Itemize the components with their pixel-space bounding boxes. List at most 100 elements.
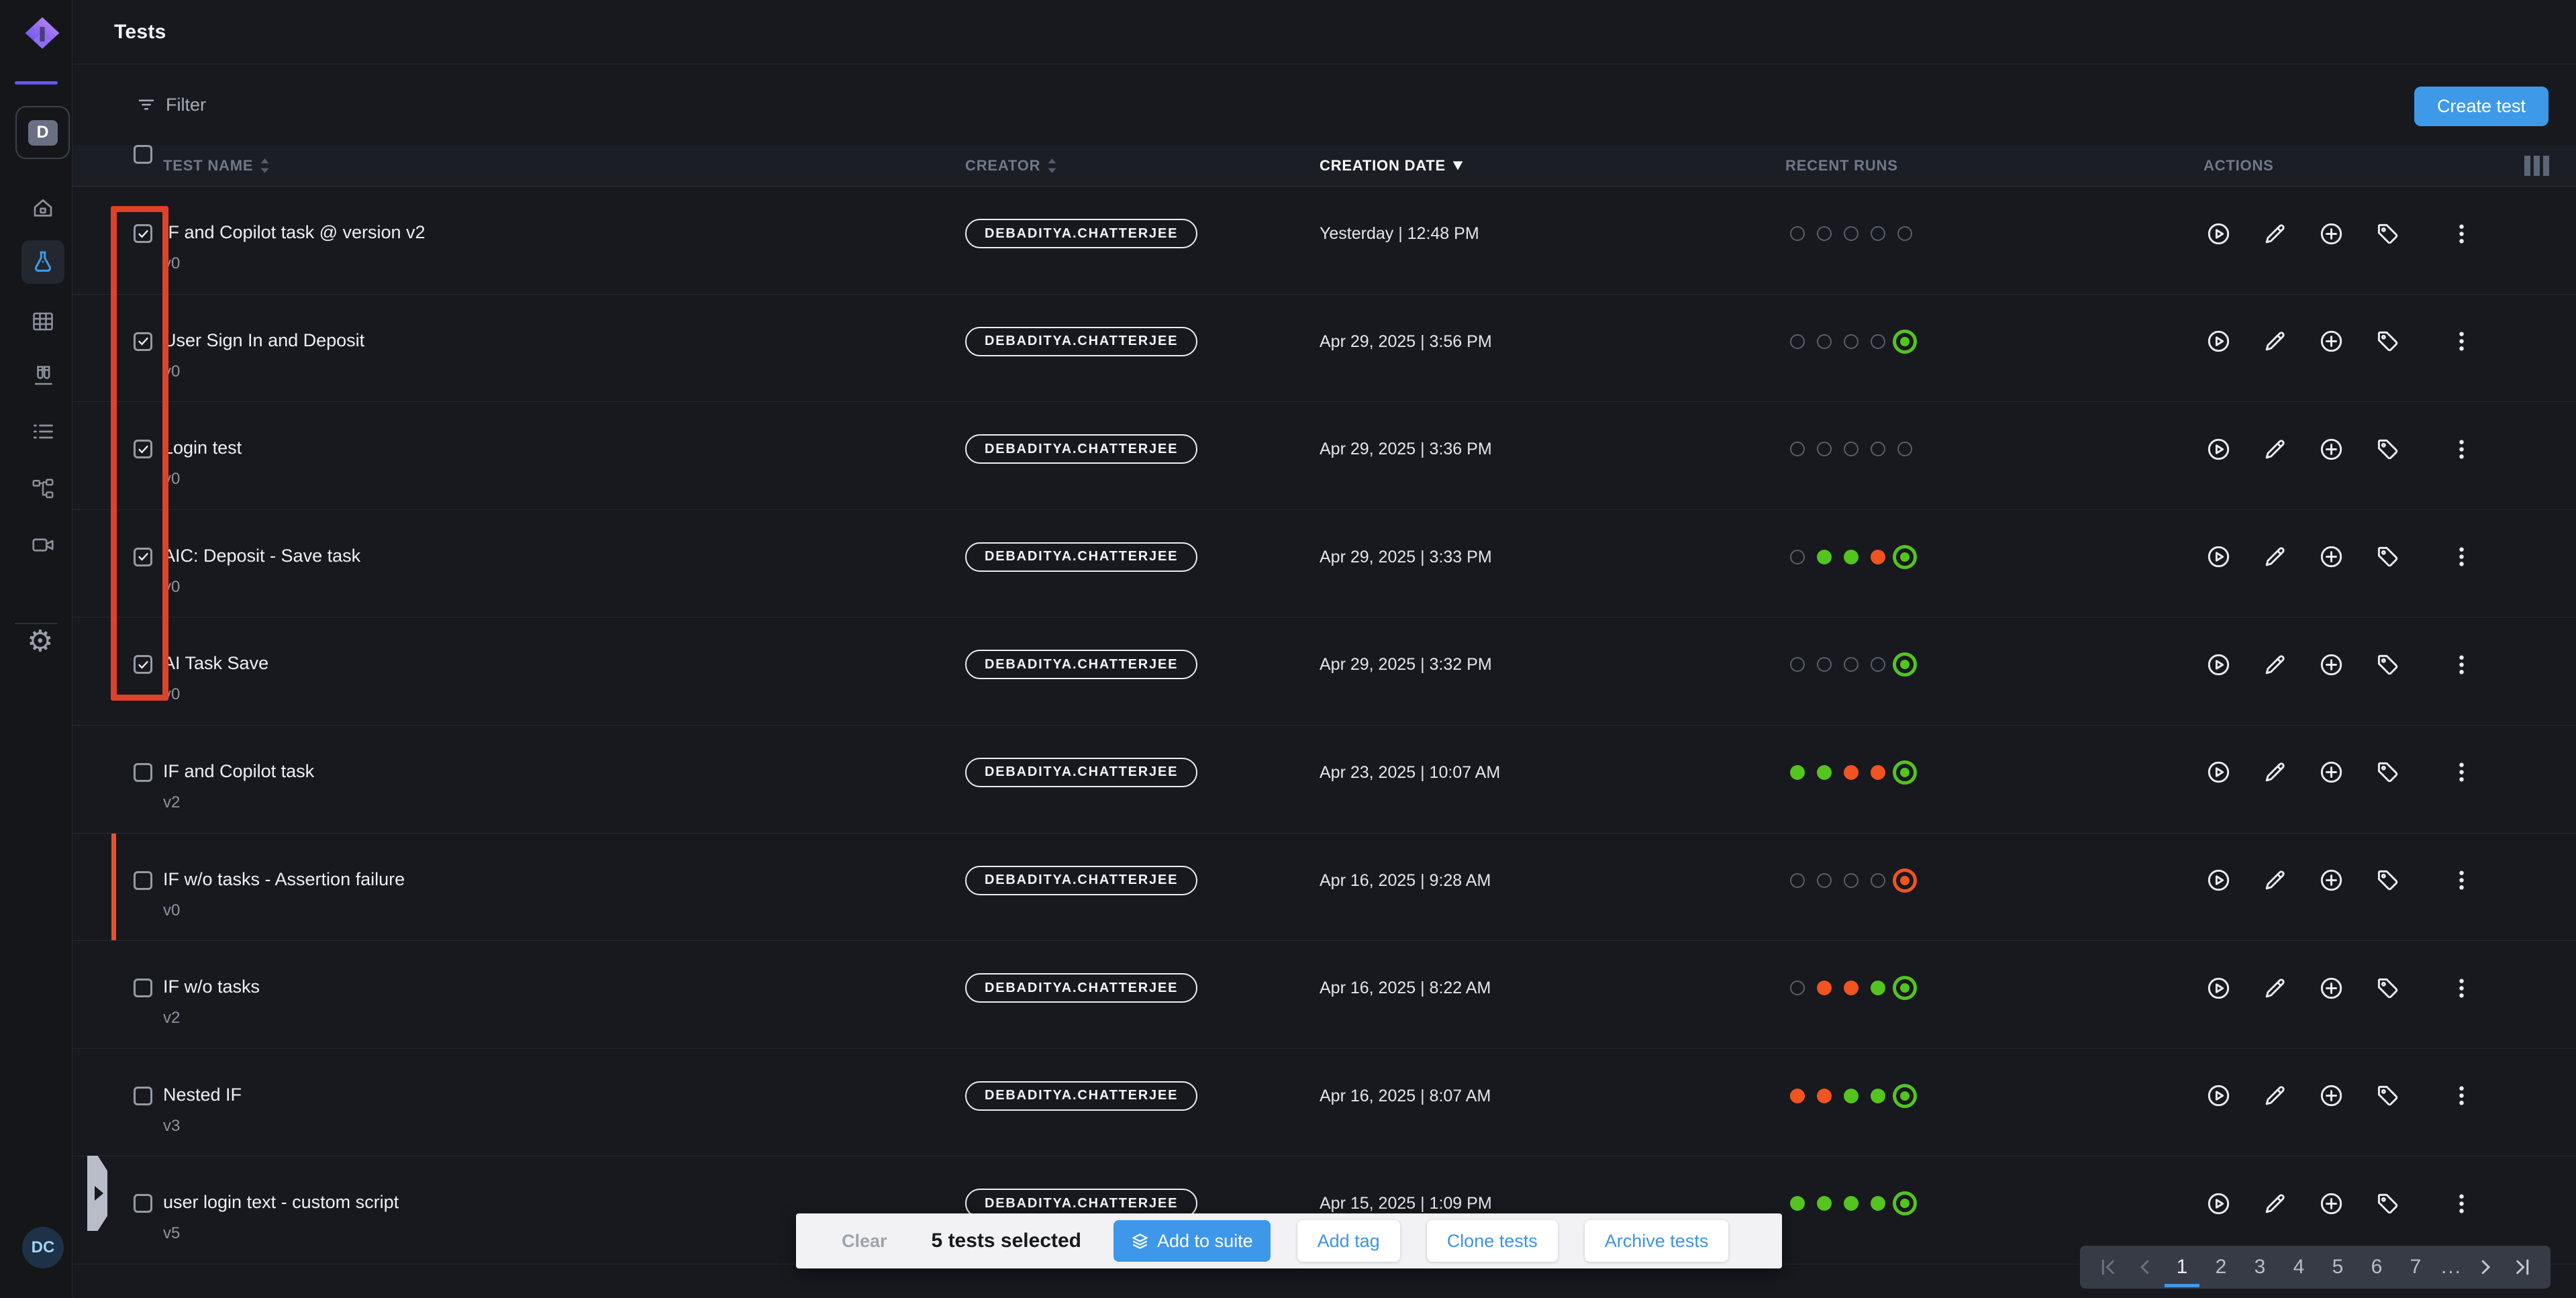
row-checkbox[interactable] bbox=[134, 332, 152, 351]
more-options-button[interactable] bbox=[2446, 866, 2476, 895]
first-page-button[interactable] bbox=[2096, 1254, 2122, 1281]
add-to-suite-row-button[interactable] bbox=[2316, 973, 2346, 1003]
more-options-button[interactable] bbox=[2446, 1081, 2476, 1111]
tag-test-button[interactable] bbox=[2373, 758, 2402, 787]
table-row[interactable]: AIC: Deposit - Save task v0 DEBADITYA.CH… bbox=[72, 510, 2576, 618]
column-creation-date[interactable]: CREATION DATE bbox=[1320, 157, 1785, 174]
next-page-button[interactable] bbox=[2473, 1254, 2498, 1281]
select-all-checkbox[interactable] bbox=[134, 145, 152, 164]
tag-test-button[interactable] bbox=[2373, 866, 2402, 895]
tag-test-button[interactable] bbox=[2373, 542, 2402, 572]
test-tubes-icon[interactable] bbox=[31, 364, 55, 388]
row-checkbox[interactable] bbox=[134, 1087, 152, 1105]
prev-page-button[interactable] bbox=[2132, 1254, 2158, 1281]
tag-test-button[interactable] bbox=[2373, 434, 2402, 464]
tag-test-button[interactable] bbox=[2373, 650, 2402, 679]
recordings-camera-icon[interactable] bbox=[31, 533, 55, 557]
page-number-2[interactable]: 2 bbox=[2208, 1246, 2234, 1289]
row-checkbox[interactable] bbox=[134, 1194, 152, 1213]
more-options-button[interactable] bbox=[2446, 973, 2476, 1003]
run-test-button[interactable] bbox=[2203, 1189, 2233, 1218]
more-options-button[interactable] bbox=[2446, 650, 2476, 679]
row-checkbox[interactable] bbox=[134, 655, 152, 674]
column-creator[interactable]: CREATOR bbox=[965, 157, 1320, 174]
tag-test-button[interactable] bbox=[2373, 1081, 2402, 1111]
more-options-button[interactable] bbox=[2446, 434, 2476, 464]
more-options-button[interactable] bbox=[2446, 1189, 2476, 1218]
user-avatar[interactable]: DC bbox=[22, 1227, 64, 1268]
more-options-button[interactable] bbox=[2446, 219, 2476, 248]
settings-gear-icon[interactable]: ⚙ bbox=[27, 627, 53, 656]
table-row[interactable]: IF and Copilot task @ version v2 v0 DEBA… bbox=[72, 187, 2576, 295]
table-row[interactable]: IF w/o tasks v2 DEBADITYA.CHATTERJEE Apr… bbox=[72, 941, 2576, 1049]
tag-test-button[interactable] bbox=[2373, 327, 2402, 356]
add-to-suite-row-button[interactable] bbox=[2316, 650, 2346, 679]
more-options-button[interactable] bbox=[2446, 327, 2476, 356]
table-row[interactable]: User Sign In and Deposit v0 DEBADITYA.CH… bbox=[72, 295, 2576, 403]
add-to-suite-row-button[interactable] bbox=[2316, 219, 2346, 248]
page-number-3[interactable]: 3 bbox=[2246, 1246, 2273, 1289]
add-tag-button[interactable]: Add tag bbox=[1297, 1220, 1400, 1262]
sidebar-expand-handle[interactable] bbox=[87, 1156, 107, 1231]
table-row[interactable]: AI Task Save v0 DEBADITYA.CHATTERJEE Apr… bbox=[72, 617, 2576, 726]
add-to-suite-row-button[interactable] bbox=[2316, 758, 2346, 787]
edit-test-button[interactable] bbox=[2260, 866, 2289, 895]
checklist-icon[interactable] bbox=[31, 419, 55, 444]
workspace-button[interactable]: D bbox=[15, 106, 70, 159]
edit-test-button[interactable] bbox=[2260, 219, 2289, 248]
tag-test-button[interactable] bbox=[2373, 1189, 2402, 1218]
table-grid-icon[interactable] bbox=[31, 309, 55, 334]
row-checkbox[interactable] bbox=[134, 224, 152, 243]
add-to-suite-row-button[interactable] bbox=[2316, 1081, 2346, 1111]
edit-test-button[interactable] bbox=[2260, 1189, 2289, 1218]
last-page-button[interactable] bbox=[2509, 1254, 2534, 1281]
run-test-button[interactable] bbox=[2203, 973, 2233, 1003]
home-icon[interactable] bbox=[31, 196, 55, 220]
edit-test-button[interactable] bbox=[2260, 758, 2289, 787]
row-checkbox[interactable] bbox=[134, 979, 152, 997]
more-options-button[interactable] bbox=[2446, 542, 2476, 572]
page-number-5[interactable]: 5 bbox=[2324, 1246, 2351, 1289]
run-test-button[interactable] bbox=[2203, 542, 2233, 572]
run-test-button[interactable] bbox=[2203, 1081, 2233, 1111]
run-test-button[interactable] bbox=[2203, 219, 2233, 248]
add-to-suite-row-button[interactable] bbox=[2316, 1189, 2346, 1218]
run-test-button[interactable] bbox=[2203, 434, 2233, 464]
more-options-button[interactable] bbox=[2446, 758, 2476, 787]
page-number-4[interactable]: 4 bbox=[2285, 1246, 2312, 1289]
workflow-tree-icon[interactable] bbox=[31, 477, 55, 501]
page-number-6[interactable]: 6 bbox=[2363, 1246, 2390, 1289]
table-row[interactable]: IF w/o tasks - Assertion failure v0 DEBA… bbox=[72, 834, 2576, 942]
tag-test-button[interactable] bbox=[2373, 219, 2402, 248]
clone-tests-button[interactable]: Clone tests bbox=[1427, 1220, 1558, 1262]
filter-button[interactable]: Filter bbox=[132, 94, 210, 116]
add-to-suite-row-button[interactable] bbox=[2316, 434, 2346, 464]
create-test-button[interactable]: Create test bbox=[2414, 87, 2548, 126]
column-settings-icon[interactable] bbox=[2524, 156, 2549, 176]
add-to-suite-row-button[interactable] bbox=[2316, 542, 2346, 572]
edit-test-button[interactable] bbox=[2260, 973, 2289, 1003]
table-row[interactable]: Login test v0 DEBADITYA.CHATTERJEE Apr 2… bbox=[72, 402, 2576, 510]
row-checkbox[interactable] bbox=[134, 871, 152, 890]
edit-test-button[interactable] bbox=[2260, 650, 2289, 679]
edit-test-button[interactable] bbox=[2260, 327, 2289, 356]
add-to-suite-row-button[interactable] bbox=[2316, 327, 2346, 356]
edit-test-button[interactable] bbox=[2260, 542, 2289, 572]
column-test-name[interactable]: TEST NAME bbox=[163, 157, 965, 174]
add-to-suite-button[interactable]: Add to suite bbox=[1113, 1220, 1271, 1262]
run-test-button[interactable] bbox=[2203, 758, 2233, 787]
add-to-suite-row-button[interactable] bbox=[2316, 866, 2346, 895]
clear-selection-button[interactable]: Clear bbox=[838, 1230, 891, 1252]
page-number-7[interactable]: 7 bbox=[2402, 1246, 2429, 1289]
edit-test-button[interactable] bbox=[2260, 434, 2289, 464]
archive-tests-button[interactable]: Archive tests bbox=[1585, 1220, 1729, 1262]
row-checkbox[interactable] bbox=[134, 763, 152, 782]
run-test-button[interactable] bbox=[2203, 327, 2233, 356]
tag-test-button[interactable] bbox=[2373, 973, 2402, 1003]
tests-nav-active[interactable] bbox=[21, 240, 64, 284]
run-test-button[interactable] bbox=[2203, 650, 2233, 679]
table-row[interactable]: IF and Copilot task v2 DEBADITYA.CHATTER… bbox=[72, 726, 2576, 834]
edit-test-button[interactable] bbox=[2260, 1081, 2289, 1111]
table-row[interactable]: Nested IF v3 DEBADITYA.CHATTERJEE Apr 16… bbox=[72, 1049, 2576, 1157]
row-checkbox[interactable] bbox=[134, 440, 152, 458]
